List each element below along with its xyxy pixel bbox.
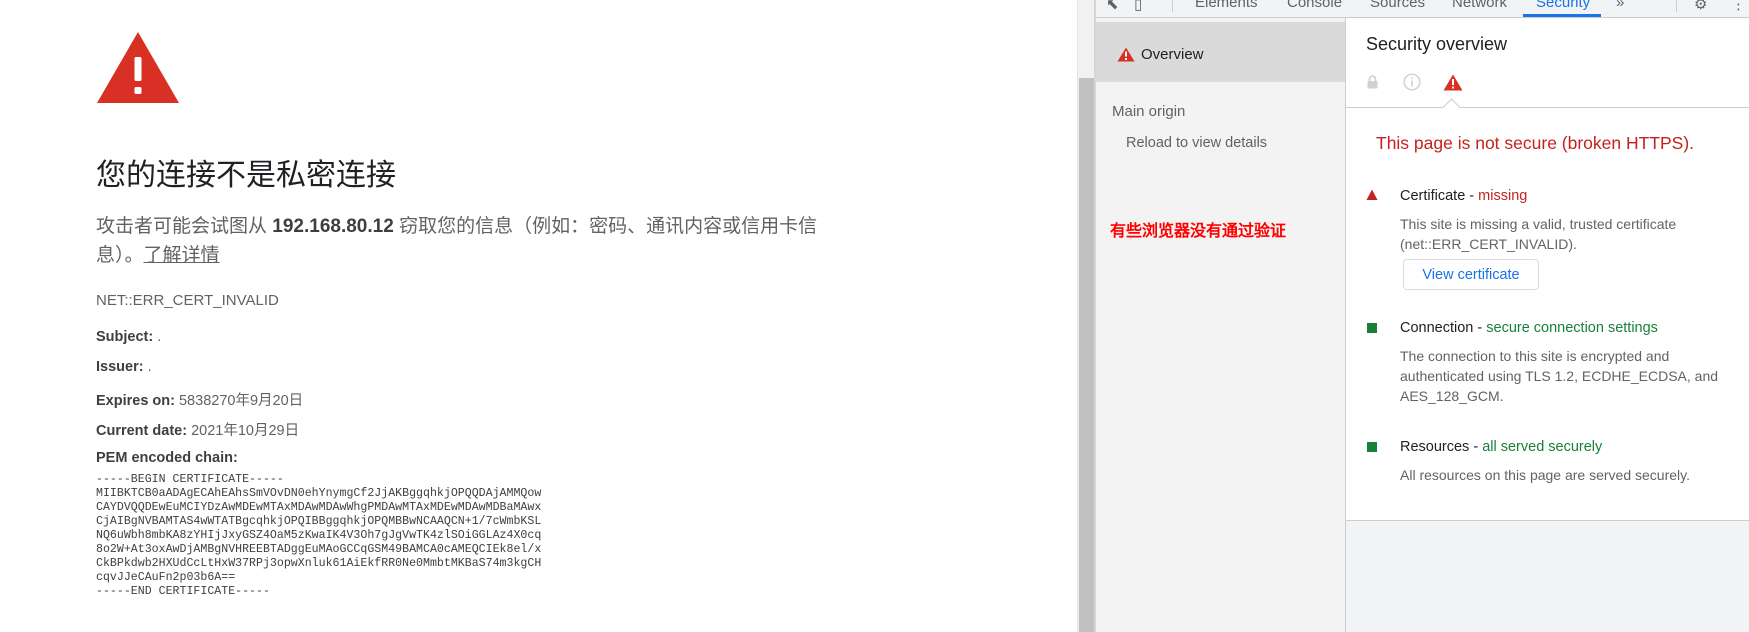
current-date-field: Current date: 2021年10月29日 — [96, 419, 299, 440]
learn-more-link[interactable]: 了解详情 — [144, 245, 220, 266]
desc-host: 192.168.80.12 — [272, 216, 394, 237]
resources-label: Resources - — [1400, 439, 1483, 455]
current-date-label: Current date: — [96, 423, 188, 439]
issuer-value: . — [143, 359, 152, 375]
toolbar-separator — [1676, 0, 1677, 12]
certificate-heading: Certificate - missing — [1400, 188, 1527, 204]
issuer-field: Issuer: . — [96, 359, 152, 375]
certificate-status: missing — [1478, 188, 1528, 204]
warning-triangle-icon — [97, 32, 179, 103]
scrollbar-thumb[interactable] — [1079, 78, 1094, 632]
interstitial-page: 您的连接不是私密连接 攻击者可能会试图从 192.168.80.12 窃取您的信… — [0, 0, 1077, 632]
secure-square-icon — [1367, 442, 1377, 452]
warning-description: 攻击者可能会试图从 192.168.80.12 窃取您的信息（例如：密码、通讯内… — [96, 212, 822, 270]
settings-gear-icon[interactable]: ⚙ — [1694, 0, 1707, 13]
connection-heading: Connection - secure connection settings — [1400, 320, 1658, 336]
view-certificate-button[interactable]: View certificate — [1403, 259, 1539, 290]
tab-network[interactable]: Network — [1452, 0, 1507, 11]
tab-console[interactable]: Console — [1287, 0, 1342, 11]
pem-chain-label: PEM encoded chain: — [96, 450, 238, 466]
toolbar-separator — [1172, 0, 1173, 12]
current-date-value: 2021年10月29日 — [187, 423, 300, 439]
certificate-label: Certificate - — [1400, 188, 1479, 204]
device-toolbar-icon[interactable]: ▯ — [1134, 0, 1142, 13]
security-sidebar: Overview Main origin Reload to view deta… — [1096, 18, 1346, 632]
more-tabs-icon[interactable]: » — [1616, 0, 1624, 11]
tab-sources[interactable]: Sources — [1370, 0, 1425, 11]
expires-field: Expires on: 5838270年9月20日 — [96, 389, 303, 410]
issuer-label: Issuer: — [96, 359, 144, 375]
sidebar-section-main-origin: Main origin — [1112, 103, 1186, 120]
overview-empty-area — [1346, 521, 1749, 632]
subject-label: Subject: — [96, 329, 154, 345]
expires-label: Expires on: — [96, 393, 175, 409]
warning-triangle-icon — [1117, 47, 1135, 62]
resources-status: all served securely — [1482, 439, 1603, 455]
connection-status[interactable]: secure connection settings — [1486, 320, 1658, 336]
secure-square-icon — [1367, 323, 1377, 333]
divider-pointer — [1442, 98, 1461, 117]
warning-triangle-icon — [1443, 74, 1463, 91]
inspect-element-icon[interactable]: ⬉ — [1106, 0, 1119, 13]
pem-chain-text: -----BEGIN CERTIFICATE----- MIIBKTCB0aAD… — [96, 473, 542, 598]
page-title: 您的连接不是私密连接 — [96, 159, 396, 192]
subject-value: . — [153, 329, 162, 345]
subject-field: Subject: . — [96, 329, 161, 345]
annotation-note: 有些浏览器没有通过验证 — [1110, 223, 1287, 240]
tab-elements[interactable]: Elements — [1195, 0, 1258, 11]
resources-heading: Resources - all served securely — [1400, 439, 1602, 455]
page-scrollbar[interactable] — [1077, 0, 1094, 632]
connection-description: The connection to this site is encrypted… — [1400, 348, 1719, 404]
overview-title: Security overview — [1366, 34, 1508, 54]
desc-prefix: 攻击者可能会试图从 — [96, 216, 273, 237]
resources-description: All resources on this page are served se… — [1400, 467, 1690, 483]
certificate-description: This site is missing a valid, trusted ce… — [1400, 216, 1677, 252]
sidebar-item-overview[interactable]: Overview — [1096, 22, 1345, 82]
active-tab-indicator — [1523, 14, 1601, 17]
more-options-icon[interactable]: ⋮ — [1731, 0, 1746, 13]
connection-label: Connection - — [1400, 320, 1487, 336]
lock-icon — [1367, 75, 1378, 89]
tab-security[interactable]: Security — [1536, 0, 1590, 11]
info-icon — [1403, 73, 1421, 91]
overview-divider — [1346, 107, 1749, 108]
warning-triangle-icon — [1366, 189, 1378, 200]
devtools-toolbar: ⬉ ▯ Elements Console Sources Network Sec… — [1096, 0, 1749, 18]
overview-content: Security overview This page is not secur… — [1346, 18, 1749, 521]
security-summary: This page is not secure (broken HTTPS). — [1376, 133, 1695, 153]
error-code: NET::ERR_CERT_INVALID — [96, 292, 279, 309]
sidebar-item-label: Overview — [1141, 46, 1204, 63]
security-overview-panel: Security overview This page is not secur… — [1346, 18, 1749, 632]
devtools-panel: ⬉ ▯ Elements Console Sources Network Sec… — [1096, 0, 1749, 632]
sidebar-item-reload[interactable]: Reload to view details — [1126, 135, 1267, 151]
expires-value: 5838270年9月20日 — [174, 393, 304, 409]
